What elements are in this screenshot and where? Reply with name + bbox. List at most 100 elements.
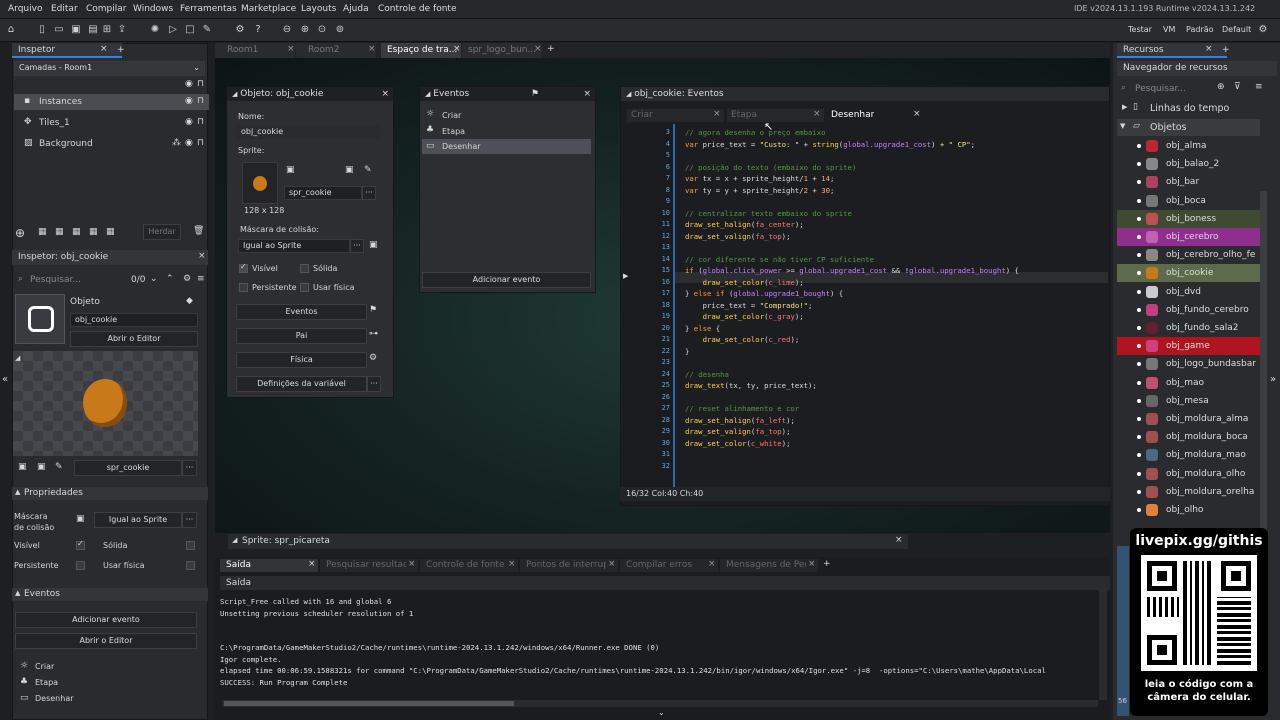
tab-source-control[interactable]: Controle de fonte ×: [420, 559, 518, 572]
run-icon[interactable]: ▷: [166, 23, 180, 37]
add-folder-icon[interactable]: ▦: [106, 227, 115, 237]
solid-checkbox[interactable]: [300, 264, 309, 273]
mask-edit-icon[interactable]: ▣: [76, 514, 85, 524]
resource-item-obj-moldura-mao[interactable]: obj_moldura_mao: [1117, 446, 1260, 464]
collapse-icon[interactable]: ◢: [232, 90, 237, 98]
magic-wand-icon[interactable]: ⁂: [172, 138, 181, 148]
close-icon[interactable]: ×: [287, 44, 295, 54]
lock-icon[interactable]: ⊓: [197, 117, 204, 127]
sprite-value-field[interactable]: spr_cookie: [284, 186, 362, 200]
add-event-button[interactable]: Adicionar evento: [422, 272, 591, 288]
export-icon[interactable]: ⇪: [115, 23, 129, 37]
variables-more-button[interactable]: ···: [367, 376, 381, 392]
tab-inspector[interactable]: Inspetor ×: [12, 43, 122, 58]
collapse-icon[interactable]: ◢: [232, 536, 237, 544]
add-event-button[interactable]: Adicionar evento: [15, 612, 197, 628]
hamburger-icon[interactable]: ≡: [197, 274, 205, 284]
mask-edit-icon[interactable]: ▣: [369, 240, 378, 250]
add-tab-icon[interactable]: +: [823, 559, 831, 569]
expand-icon[interactable]: ◢: [15, 354, 20, 362]
tab-search-results[interactable]: Pesquisar resultados×: [320, 559, 418, 572]
flag-icon[interactable]: ⚑: [531, 87, 539, 101]
resource-item-obj-logo-bundasbar[interactable]: obj_logo_bundasbar: [1117, 355, 1260, 373]
tab-etapa[interactable]: Etapa ×: [727, 109, 824, 122]
zoom-in-icon[interactable]: ⊕: [298, 23, 312, 37]
close-icon[interactable]: ×: [381, 87, 389, 101]
layers-dropdown[interactable]: Camadas - Room1 ⌄: [14, 61, 205, 76]
menu-windows[interactable]: Windows: [133, 4, 173, 14]
menu-ajuda[interactable]: Ajuda: [343, 4, 369, 14]
menu-ferramentas[interactable]: Ferramentas: [180, 4, 237, 14]
persistent-checkbox[interactable]: [76, 561, 85, 570]
hamburger-icon[interactable]: ≡: [1255, 82, 1263, 92]
output-scrollbar[interactable]: [1099, 590, 1107, 700]
resource-item-obj-boness[interactable]: obj_boness: [1117, 209, 1260, 228]
close-icon[interactable]: ×: [408, 559, 416, 569]
collapse-icon[interactable]: ◢: [626, 90, 631, 98]
herdar-button[interactable]: Herdar: [143, 224, 181, 240]
visible-checkbox[interactable]: ✓: [76, 539, 85, 550]
close-icon[interactable]: ×: [808, 559, 816, 569]
mask-more-button[interactable]: ···: [182, 512, 197, 528]
help-icon[interactable]: ?: [251, 23, 265, 37]
trash-icon[interactable]: 🗑: [193, 226, 204, 236]
event-draw-row[interactable]: ▭ Desenhar: [422, 139, 591, 154]
resource-item-obj-mesa[interactable]: obj_mesa: [1117, 392, 1260, 410]
resource-item-obj-balao-2[interactable]: obj_balao_2: [1117, 155, 1260, 173]
resource-item-obj-fundo-sala2[interactable]: obj_fundo_sala2: [1117, 319, 1260, 337]
events-button[interactable]: Eventos: [236, 304, 367, 320]
event-step[interactable]: Etapa: [442, 127, 465, 136]
menu-arquivo[interactable]: Arquivo: [8, 4, 42, 14]
close-icon[interactable]: ×: [198, 251, 206, 261]
hscroll-thumb[interactable]: [224, 701, 514, 706]
edit-icon[interactable]: ✎: [364, 165, 372, 175]
resource-item-obj-mao[interactable]: obj_mao: [1117, 374, 1260, 392]
close-icon[interactable]: ×: [608, 559, 616, 569]
add-instance-layer-icon[interactable]: ▦: [38, 227, 47, 237]
edit-image-icon[interactable]: ▣: [37, 462, 46, 472]
close-icon[interactable]: ×: [713, 109, 721, 119]
resource-item-obj-cookie[interactable]: obj_cookie: [1117, 264, 1260, 283]
parent-button[interactable]: Pai: [236, 328, 367, 344]
events-header[interactable]: ▲ Eventos: [12, 588, 208, 601]
add-resource-icon[interactable]: ⊕: [1217, 82, 1225, 92]
close-icon[interactable]: ×: [534, 44, 542, 54]
home-icon[interactable]: ⌂: [4, 23, 18, 37]
edit-icon[interactable]: ✎: [55, 462, 63, 472]
event-create[interactable]: Criar: [442, 111, 461, 120]
output-log[interactable]: Script_Free called with 16 and global 6 U…: [220, 596, 1098, 692]
new-sprite-icon[interactable]: ▣: [286, 165, 295, 175]
zoom-fit-icon[interactable]: ⊚: [333, 23, 347, 37]
chevron-up-icon[interactable]: ⌃: [166, 274, 174, 284]
menu-compilar[interactable]: Compilar: [86, 4, 127, 14]
close-icon[interactable]: ×: [368, 44, 376, 54]
close-icon[interactable]: ×: [508, 559, 516, 569]
resource-item-obj-boca[interactable]: obj_boca: [1117, 192, 1260, 210]
menu-layouts[interactable]: Layouts: [301, 4, 336, 14]
target-default[interactable]: Default: [1222, 25, 1251, 34]
search-settings-icon[interactable]: ⚙: [183, 274, 191, 284]
zoom-reset-icon[interactable]: ⊙: [315, 23, 329, 37]
close-icon[interactable]: ×: [453, 44, 461, 54]
resource-item-obj-bar[interactable]: obj_bar: [1117, 173, 1260, 191]
tab-breakpoints[interactable]: Pontos de interrupç...×: [520, 559, 618, 572]
resource-item-obj-cerebro-olho-fe[interactable]: obj_cerebro_olho_fe: [1117, 246, 1260, 264]
inspector-obj-tab[interactable]: Inspetor: obj_cookie ×: [12, 250, 208, 265]
properties-header[interactable]: ▲ Propriedades: [12, 487, 208, 500]
physics-checkbox[interactable]: [300, 283, 309, 292]
filter-icon[interactable]: ⊽: [1234, 82, 1241, 92]
tab-desenhar[interactable]: Desenhar ×: [827, 109, 924, 122]
hierarchy-icon[interactable]: ⊶: [369, 329, 378, 339]
group-timelines[interactable]: ▶ ▯ Linhas do tempo: [1117, 101, 1260, 117]
add-tile-layer-icon[interactable]: ▦: [55, 227, 64, 237]
edit-image-icon[interactable]: ▣: [345, 165, 354, 175]
close-icon[interactable]: ×: [913, 109, 921, 119]
tab-criar[interactable]: Criar ×: [627, 109, 724, 122]
target-testar[interactable]: Testar: [1128, 25, 1152, 34]
menu-controle-de-fonte[interactable]: Controle de fonte: [378, 4, 457, 14]
close-icon[interactable]: ×: [583, 87, 591, 101]
new-sprite-icon[interactable]: ▣: [18, 462, 27, 472]
add-tab-icon[interactable]: +: [117, 45, 125, 55]
resource-item-obj-alma[interactable]: obj_alma: [1117, 137, 1260, 155]
tab-resources[interactable]: Recursos ×: [1117, 43, 1227, 58]
